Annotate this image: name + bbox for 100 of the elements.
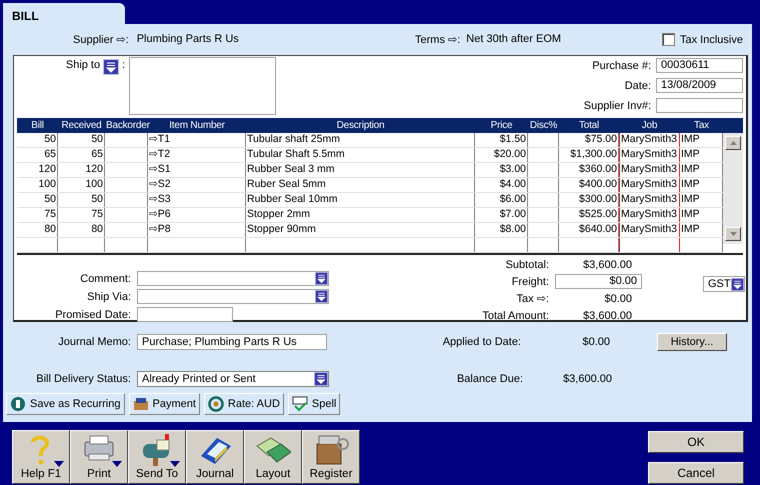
action-button[interactable]: Payment (128, 393, 200, 415)
ship-to-dropdown-icon[interactable] (103, 59, 120, 75)
field-label: Applied to Date: (442, 336, 521, 348)
table-cell: $525.00 (559, 208, 619, 222)
toolbar-button[interactable]: Journal (186, 430, 244, 484)
input-field[interactable]: 13/08/2009 (656, 78, 743, 93)
table-cell: $6.00 (475, 193, 528, 207)
bill-tab[interactable]: BILL (3, 3, 125, 24)
input-field[interactable]: 00030611 (656, 58, 743, 73)
table-cell: ⇨P6 (148, 208, 246, 222)
table-cell: MarySmith3 (619, 223, 680, 237)
field-label: Supplier Inv#: (582, 100, 651, 112)
field-label: Promised Date: (54, 308, 131, 320)
action-button[interactable]: Save as Recurring (6, 393, 124, 415)
action-button[interactable]: Spell (288, 393, 340, 415)
input-field[interactable] (656, 98, 743, 113)
total-value: $0.00 (603, 292, 632, 304)
toolbar-button[interactable]: Print (70, 430, 128, 484)
scrollbar[interactable] (723, 133, 743, 244)
field-label: Journal Memo: (57, 336, 131, 348)
field-label: Bill Delivery Status: (35, 373, 131, 385)
table-cell: $360.00 (559, 163, 619, 177)
table-cell: ⇨S3 (148, 193, 246, 207)
rate-icon (208, 396, 224, 412)
table-cell: $20.00 (475, 148, 528, 162)
column-header: Total (578, 119, 600, 133)
toolbar-button[interactable]: Layout (244, 430, 302, 484)
field-label: Balance Due: (456, 373, 523, 385)
total-label: Freight: (510, 276, 549, 288)
ship-to-label: Ship to (66, 59, 100, 71)
menu-arrow-icon[interactable] (112, 461, 122, 467)
total-value: $3,600.00 (582, 258, 632, 270)
tax-code-dropdown[interactable]: GST (703, 276, 745, 292)
terms-label[interactable]: Terms ⇨: (415, 33, 460, 46)
field-label: Ship Via: (86, 290, 131, 302)
delivery-status-dropdown[interactable]: Already Printed or Sent (137, 371, 329, 387)
table-cell: 80 (17, 223, 58, 237)
toolbar-button[interactable]: Help F1 (12, 430, 70, 484)
total-label: Subtotal: (504, 258, 549, 270)
payment-icon (132, 396, 148, 412)
table-cell: 75 (17, 208, 58, 222)
toolbar-button[interactable]: Send To (128, 430, 186, 484)
table-cell: MarySmith3 (619, 208, 680, 222)
tax-inclusive-label: Tax Inclusive (680, 34, 743, 46)
table-cell: Stopper 90mm (246, 223, 475, 237)
field-label: Purchase #: (591, 60, 651, 72)
history-button[interactable]: History... (657, 333, 727, 351)
toolbar-button[interactable]: Register (302, 430, 360, 484)
dialog-button[interactable]: OK (648, 431, 744, 453)
table-cell: $1.50 (475, 133, 528, 147)
dialog-button[interactable]: Cancel (648, 462, 744, 484)
scroll-up-icon[interactable] (730, 141, 736, 145)
table-cell: 120 (17, 163, 58, 177)
column-header: Tax (693, 119, 710, 133)
scroll-down-icon[interactable] (730, 232, 736, 236)
tax-inclusive-checkbox[interactable] (662, 33, 675, 46)
journal-memo-field[interactable]: Purchase; Plumbing Parts R Us (137, 334, 327, 350)
menu-arrow-icon[interactable] (54, 461, 64, 467)
ship-to-field[interactable] (129, 57, 276, 115)
applied-value: $0.00 (581, 336, 610, 348)
dropdown-field[interactable] (137, 271, 329, 286)
dropdown-icon[interactable] (315, 272, 328, 285)
table-cell: ⇨S1 (148, 163, 246, 177)
colon-label: : (122, 59, 126, 71)
table-cell: 50 (58, 133, 105, 147)
table-cell: Rubber Seal 10mm (246, 193, 475, 207)
column-header: Description (336, 119, 386, 133)
column-header: Price (490, 119, 514, 133)
table-cell: $8.00 (475, 223, 528, 237)
table-cell: MarySmith3 (619, 193, 680, 207)
table-cell: MarySmith3 (619, 148, 680, 162)
recurring-icon (10, 396, 26, 412)
dropdown-field[interactable] (137, 289, 329, 304)
table-cell: $3.00 (475, 163, 528, 177)
table-cell: MarySmith3 (619, 133, 680, 147)
total-label: Total Amount: (481, 310, 549, 322)
table-cell: 120 (58, 163, 105, 177)
input-field[interactable] (137, 307, 233, 322)
supplier-label[interactable]: Supplier ⇨: (73, 33, 129, 46)
freight-field[interactable]: $0.00 (555, 274, 642, 289)
menu-arrow-icon[interactable] (170, 461, 180, 467)
table-cell: $75.00 (559, 133, 619, 147)
table-cell: Tubular shaft 25mm (246, 133, 475, 147)
table-cell: Tubular Shaft 5.5mm (246, 148, 475, 162)
dropdown-icon[interactable] (730, 278, 744, 290)
terms-value: Net 30th after EOM (466, 33, 562, 46)
action-button[interactable]: Rate: AUD (204, 393, 284, 415)
table-cell: Rubber Seal 3 mm (246, 163, 475, 177)
table-cell: MarySmith3 (619, 163, 680, 177)
table-cell: Ruber Seal 5mm (246, 178, 475, 192)
table-cell: 65 (58, 148, 105, 162)
table-cell: 100 (58, 178, 105, 192)
table-cell: MarySmith3 (619, 178, 680, 192)
total-label: Tax ⇨: (516, 292, 549, 305)
dropdown-icon[interactable] (315, 290, 328, 303)
table-cell: ⇨S2 (148, 178, 246, 192)
dropdown-icon[interactable] (314, 372, 328, 386)
column-header: Disc% (528, 119, 558, 133)
column-header: Backorder (105, 119, 148, 133)
table-cell: $400.00 (559, 178, 619, 192)
